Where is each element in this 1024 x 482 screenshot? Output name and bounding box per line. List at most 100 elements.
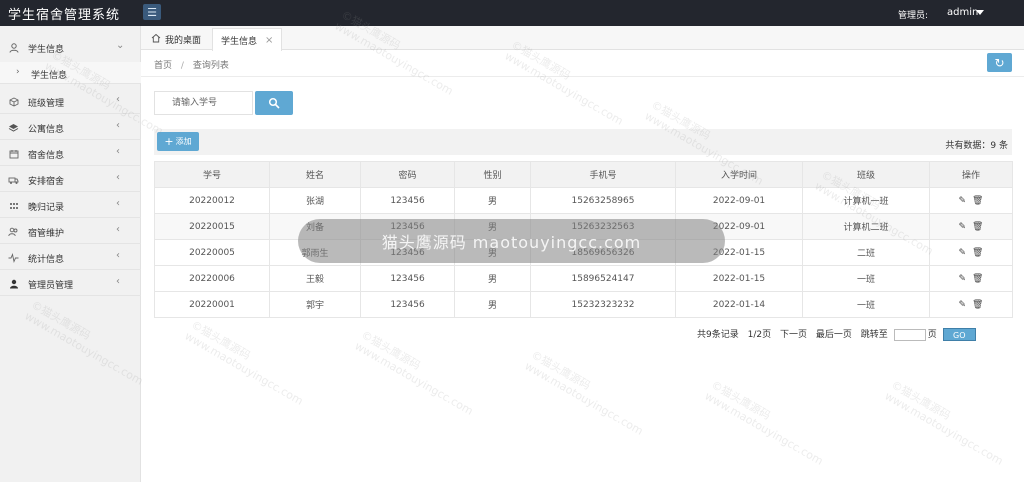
search-icon xyxy=(268,97,280,109)
edit-icon[interactable]: ✎ xyxy=(959,222,967,232)
cell-gender: 男 xyxy=(454,213,531,240)
cell-student-id: 20220005 xyxy=(154,239,270,266)
edit-icon[interactable]: ✎ xyxy=(959,274,967,284)
cell-gender: 男 xyxy=(454,291,531,318)
column-header: 手机号 xyxy=(530,161,676,188)
cell-phone: 15232323232 xyxy=(530,291,676,318)
table-row: 20220015 刘备 123456 男 15263232563 2022-09… xyxy=(154,213,1013,240)
sidebar-item-assign-dorm[interactable]: 安排宿舍 ‹ xyxy=(0,166,141,192)
column-header: 性别 xyxy=(454,161,531,188)
search-button[interactable] xyxy=(255,91,293,115)
pager-summary: 共9条记录 xyxy=(697,330,739,340)
cell-password: 123456 xyxy=(360,291,455,318)
delete-icon[interactable]: 🗑 xyxy=(972,196,983,206)
sidebar-item-label: 宿舍信息 xyxy=(28,151,65,161)
table-toolbar: + 添加 共有数据：9 条 xyxy=(154,129,1012,155)
watermark: ©猫头鹰源码www.maotouyingcc.com xyxy=(522,348,646,438)
table-row: 20220012 张湖 123456 男 15263258965 2022-09… xyxy=(154,187,1013,214)
refresh-button[interactable]: ↻ xyxy=(987,53,1012,72)
sidebar-item-admin-management[interactable]: 管理员管理 ‹ xyxy=(0,270,141,296)
watermark: ©猫头鹰源码www.maotouyingcc.com xyxy=(502,38,626,128)
sidebar-subitem-label: 学生信息 xyxy=(31,71,68,81)
sidebar-item-label: 宿管维护 xyxy=(28,229,65,239)
breadcrumb-separator: / xyxy=(180,61,184,71)
caret-down-icon[interactable] xyxy=(976,10,984,15)
edit-icon[interactable]: ✎ xyxy=(959,300,967,310)
cell-student-id: 20220001 xyxy=(154,291,270,318)
last-page-link[interactable]: 最后一页 xyxy=(816,330,852,340)
cell-phone: 15896524147 xyxy=(530,265,676,292)
cell-password: 123456 xyxy=(360,187,455,214)
column-header: 姓名 xyxy=(269,161,361,188)
chevron-right-icon: › xyxy=(16,67,20,77)
edit-icon[interactable]: ✎ xyxy=(959,248,967,258)
cell-password: 123456 xyxy=(360,239,455,266)
sidebar-item-dorm-manager-maintenance[interactable]: 宿管维护 ‹ xyxy=(0,218,141,244)
tab-student-info[interactable]: 学生信息 × xyxy=(212,28,283,51)
add-button[interactable]: + 添加 xyxy=(157,132,199,151)
column-header: 班级 xyxy=(802,161,930,188)
cell-class: 计算机二班 xyxy=(802,213,930,240)
sidebar-item-statistics[interactable]: 统计信息 ‹ xyxy=(0,244,141,270)
edit-icon[interactable]: ✎ xyxy=(959,196,967,206)
go-button[interactable]: GO xyxy=(942,328,976,341)
cell-phone: 15263258965 xyxy=(530,187,676,214)
refresh-icon: ↻ xyxy=(994,55,1005,70)
sidebar-item-student-info[interactable]: 学生信息 ⌄ xyxy=(0,34,141,60)
delete-icon[interactable]: 🗑 xyxy=(972,274,983,284)
user-icon xyxy=(8,42,19,53)
breadcrumb: 首页 / 查询列表 xyxy=(154,58,229,71)
tab-my-desktop[interactable]: 我的桌面 xyxy=(143,28,209,50)
plus-icon: + xyxy=(164,135,174,148)
cell-password: 123456 xyxy=(360,265,455,292)
home-icon xyxy=(151,33,161,46)
sidebar-item-class-management[interactable]: 班级管理 ‹ xyxy=(0,88,141,114)
sidebar-item-label: 管理员管理 xyxy=(28,281,74,291)
cell-phone: 15263232563 xyxy=(530,213,676,240)
close-icon[interactable]: × xyxy=(265,35,273,46)
grid-icon xyxy=(8,200,19,211)
cell-class: 一班 xyxy=(802,291,930,318)
sidebar-item-late-return-records[interactable]: 晚归记录 ‹ xyxy=(0,192,141,218)
tab-label: 我的桌面 xyxy=(165,35,202,46)
watermark: ©猫头鹰源码www.maotouyingcc.com xyxy=(182,318,306,408)
hamburger-icon[interactable]: ☰ xyxy=(143,4,161,20)
chevron-left-icon: ‹ xyxy=(116,250,120,261)
delete-icon[interactable]: 🗑 xyxy=(972,300,983,310)
cell-enroll-date: 2022-01-15 xyxy=(675,239,803,266)
column-header: 密码 xyxy=(360,161,455,188)
group-icon xyxy=(8,226,19,237)
calendar-icon xyxy=(8,148,19,159)
sidebar-item-dorm-info[interactable]: 宿舍信息 ‹ xyxy=(0,140,141,166)
pulse-icon xyxy=(8,252,19,263)
next-page-link[interactable]: 下一页 xyxy=(780,330,807,340)
admin-user-menu[interactable]: admin xyxy=(947,7,978,18)
student-id-search-input[interactable] xyxy=(154,91,253,115)
person-icon xyxy=(8,278,19,289)
sidebar-item-label: 公寓信息 xyxy=(28,125,65,135)
column-header: 入学时间 xyxy=(675,161,803,188)
cell-student-id: 20220012 xyxy=(154,187,270,214)
delete-icon[interactable]: 🗑 xyxy=(972,222,983,232)
tab-bar: 我的桌面 学生信息 × xyxy=(141,26,1024,51)
sidebar-item-label: 统计信息 xyxy=(28,255,65,265)
cell-class: 一班 xyxy=(802,265,930,292)
pager-page: 1/2页 xyxy=(747,330,772,340)
sidebar-item-label: 班级管理 xyxy=(28,99,65,109)
chevron-left-icon: ‹ xyxy=(116,120,120,131)
sidebar-item-apartment-info[interactable]: 公寓信息 ‹ xyxy=(0,114,141,140)
cell-name: 郭雨生 xyxy=(269,239,361,266)
layers-icon xyxy=(8,122,19,133)
breadcrumb-home[interactable]: 首页 xyxy=(154,61,172,71)
column-header: 学号 xyxy=(154,161,270,188)
truck-icon xyxy=(8,174,19,185)
page-number-input[interactable] xyxy=(893,328,926,341)
sidebar-subitem-student-info[interactable]: › 学生信息 xyxy=(0,62,141,84)
total-count: 共有数据：9 条 xyxy=(945,141,1008,151)
delete-icon[interactable]: 🗑 xyxy=(972,248,983,258)
table-row: 20220006 王毅 123456 男 15896524147 2022-01… xyxy=(154,265,1013,292)
chevron-left-icon: ‹ xyxy=(116,172,120,183)
chevron-down-icon: ⌄ xyxy=(116,40,125,51)
cell-student-id: 20220015 xyxy=(154,213,270,240)
chevron-left-icon: ‹ xyxy=(116,146,120,157)
